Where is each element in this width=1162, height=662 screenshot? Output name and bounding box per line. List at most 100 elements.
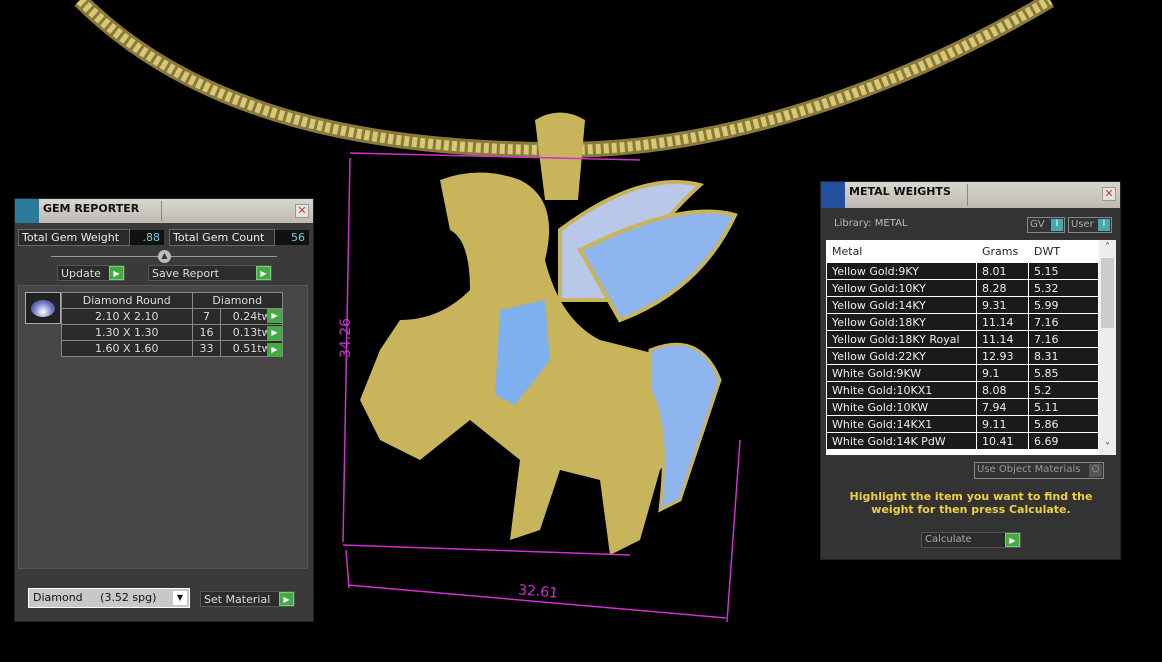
dwt: 5.2 [1028, 381, 1099, 399]
table-row[interactable]: White Gold:14KX1 9.11 5.86 [826, 415, 1099, 433]
instruction-text: Highlight the item you want to find the … [849, 490, 1093, 516]
grams: 11.14 [976, 330, 1029, 348]
grams: 9.1 [976, 364, 1029, 382]
table-row[interactable]: Yellow Gold:10KY 8.28 5.32 [826, 279, 1099, 297]
select-row-button[interactable]: ▶ [267, 343, 282, 357]
select-row-button[interactable]: ▶ [267, 326, 282, 340]
gem-size: 1.30 X 1.30 [61, 324, 193, 341]
material-select[interactable]: Diamond (3.52 spg) ▼ [28, 588, 190, 608]
metal-name: Yellow Gold:14KY [826, 296, 977, 314]
user-toggle[interactable]: User I [1068, 217, 1112, 233]
dwt: 5.11 [1028, 398, 1099, 416]
column-header[interactable]: Grams [976, 240, 1029, 263]
table-row[interactable]: White Gold:9KW 9.1 5.85 [826, 364, 1099, 382]
metal-name: White Gold:10KX1 [826, 381, 977, 399]
metal-name: White Gold:9KW [826, 364, 977, 382]
gv-label: GV [1030, 219, 1045, 230]
grams: 9.11 [976, 415, 1029, 433]
grams: 8.01 [976, 262, 1029, 280]
width-dimension-label: 32.61 [517, 582, 559, 602]
close-icon[interactable]: ✕ [1102, 187, 1116, 201]
play-icon: ▶ [109, 266, 124, 280]
dwt: 5.32 [1028, 279, 1099, 297]
select-row-button[interactable]: ▶ [267, 309, 282, 323]
total-gem-count-label: Total Gem Count [169, 229, 275, 246]
total-gem-count-value: 56 [275, 230, 309, 245]
user-label: User [1071, 219, 1094, 230]
calculate-button[interactable]: Calculate ▶ [921, 532, 1021, 548]
grams: 10.41 [976, 432, 1029, 450]
calculate-label: Calculate [925, 534, 972, 545]
dwt: 5.85 [1028, 364, 1099, 382]
gem-count: 7 [191, 308, 222, 325]
gv-toggle[interactable]: GV I [1027, 217, 1065, 233]
column-header: Diamond [191, 292, 284, 309]
height-dimension-label: 34.26 [338, 317, 355, 359]
metal-name: Yellow Gold:18KY Royal [826, 330, 977, 348]
gem-size: 1.60 X 1.60 [61, 340, 193, 357]
dwt: 5.15 [1028, 262, 1099, 280]
panel-title: METAL WEIGHTS [849, 185, 951, 198]
gem-list-area: Diamond Round Diamond 2.10 X 2.10 7 0.24tw … [18, 285, 308, 569]
table-row[interactable]: White Gold:10KX1 8.08 5.2 [826, 381, 1099, 399]
gem-count: 33 [191, 340, 222, 357]
table-row[interactable]: White Gold:14K PdW 10.41 6.69 [826, 432, 1099, 450]
metal-name: Yellow Gold:10KY [826, 279, 977, 297]
metal-name: White Gold:14KX1 [826, 415, 977, 433]
dwt: 7.16 [1028, 330, 1099, 348]
scroll-up-icon[interactable]: ˄ [1099, 242, 1116, 253]
library-label: Library: METAL [834, 218, 908, 229]
total-gem-weight-label: Total Gem Weight [18, 229, 130, 246]
gem-size: 2.10 X 2.10 [61, 308, 193, 325]
collapse-toggle-icon[interactable]: ▲ [158, 250, 171, 263]
table-row[interactable]: Yellow Gold:9KY 8.01 5.15 [826, 262, 1099, 280]
column-header: Diamond Round [61, 292, 193, 309]
gem-reporter-panel: GEM REPORTER ✕ Total Gem Weight .88 Tota… [14, 198, 314, 622]
pendant-model [360, 112, 738, 555]
scrollbar-thumb[interactable] [1101, 258, 1114, 328]
chevron-down-icon: ▼ [173, 591, 187, 605]
play-icon: ▶ [1005, 533, 1020, 547]
column-header[interactable]: DWT [1028, 240, 1099, 263]
gem-reporter-app-icon [15, 199, 39, 223]
total-gem-weight-value: .88 [130, 230, 164, 245]
column-header[interactable]: Metal [826, 240, 977, 263]
table-row[interactable]: Yellow Gold:14KY 9.31 5.99 [826, 296, 1099, 314]
dwt: 7.16 [1028, 313, 1099, 331]
metal-weights-titlebar[interactable]: METAL WEIGHTS ✕ [821, 182, 1120, 208]
metal-table-container: Metal Grams DWT Yellow Gold:9KY 8.01 5.15 Yel… [826, 240, 1116, 455]
save-report-button[interactable]: Save Report ▶ [148, 265, 272, 281]
save-report-label: Save Report [152, 267, 219, 280]
play-icon: ▶ [279, 592, 294, 606]
gem-table: Diamond Round Diamond 2.10 X 2.10 7 0.24tw … [61, 292, 284, 357]
radio-icon: ○ [1089, 464, 1102, 477]
grams: 12.93 [976, 347, 1029, 365]
close-icon[interactable]: ✕ [295, 204, 309, 218]
dwt: 6.69 [1028, 432, 1099, 450]
metal-name: White Gold:10KW [826, 398, 977, 416]
update-button[interactable]: Update ▶ [57, 265, 125, 281]
scroll-down-icon[interactable]: ˅ [1099, 442, 1116, 453]
dwt: 5.99 [1028, 296, 1099, 314]
grams: 8.28 [976, 279, 1029, 297]
table-row[interactable]: White Gold:10KW 7.94 5.11 [826, 398, 1099, 416]
scrollbar[interactable]: ˄ ˅ [1099, 240, 1116, 455]
update-label: Update [61, 267, 101, 280]
gem-reporter-titlebar[interactable]: GEM REPORTER ✕ [15, 199, 313, 223]
panel-title: GEM REPORTER [43, 202, 140, 215]
grams: 11.14 [976, 313, 1029, 331]
table-row[interactable]: 2.10 X 2.10 7 0.24tw [61, 308, 283, 325]
play-icon: ▶ [256, 266, 271, 280]
use-object-materials-toggle[interactable]: Use Object Materials ○ [974, 462, 1104, 479]
table-row[interactable]: 1.30 X 1.30 16 0.13tw [61, 324, 283, 341]
set-material-button[interactable]: Set Material ▶ [200, 591, 295, 607]
use-object-materials-label: Use Object Materials [977, 464, 1081, 475]
material-select-value: Diamond (3.52 spg) [33, 591, 157, 604]
gem-count: 16 [191, 324, 222, 341]
table-row[interactable]: 1.60 X 1.60 33 0.51tw [61, 340, 283, 357]
set-material-label: Set Material [204, 593, 271, 606]
table-row[interactable]: Yellow Gold:18KY 11.14 7.16 [826, 313, 1099, 331]
table-row[interactable]: Yellow Gold:22KY 12.93 8.31 [826, 347, 1099, 365]
table-row[interactable]: Yellow Gold:18KY Royal 11.14 7.16 [826, 330, 1099, 348]
dwt: 5.86 [1028, 415, 1099, 433]
